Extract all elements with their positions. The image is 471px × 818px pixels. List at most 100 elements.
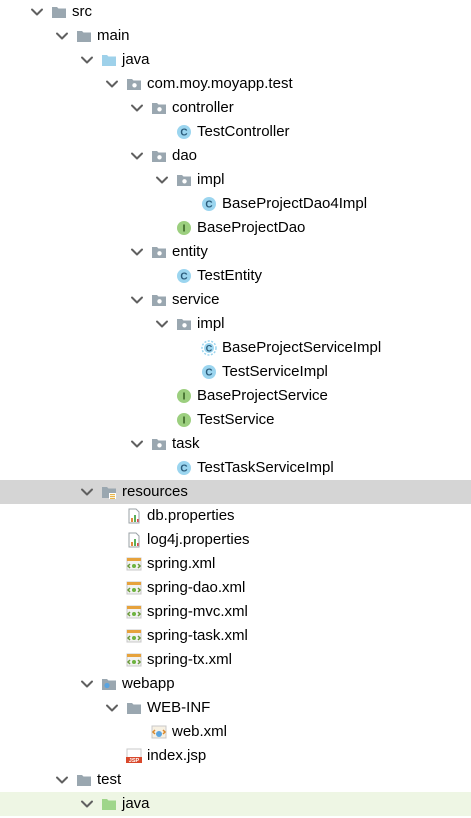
tree-node-label: web.xml [172, 723, 228, 740]
svg-text:C: C [180, 272, 187, 283]
tree-node[interactable]: C BaseProjectServiceImpl [0, 336, 471, 360]
tree-node[interactable]: controller [0, 96, 471, 120]
tree-node[interactable]: spring-task.xml [0, 624, 471, 648]
tree-node[interactable]: main [0, 24, 471, 48]
svg-text:C: C [205, 200, 212, 211]
tree-node-label: dao [172, 147, 198, 164]
class-icon: C [176, 124, 192, 140]
chevron-down-icon[interactable] [129, 244, 145, 260]
source-folder-icon [101, 52, 117, 68]
tree-node[interactable]: C TestController [0, 120, 471, 144]
tree-node[interactable]: impl [0, 168, 471, 192]
chevron-down-icon[interactable] [129, 100, 145, 116]
chevron-down-icon[interactable] [154, 316, 170, 332]
folder-icon [76, 28, 92, 44]
svg-text:I: I [183, 416, 186, 427]
tree-node-label: spring-mvc.xml [147, 603, 248, 620]
tree-node[interactable]: spring-tx.xml [0, 648, 471, 672]
tree-node-label: test [97, 771, 122, 788]
tree-node[interactable]: com.moy.moyapp.test [0, 72, 471, 96]
tree-node-label: impl [197, 315, 225, 332]
chevron-down-icon[interactable] [79, 676, 95, 692]
tree-node[interactable]: webapp [0, 672, 471, 696]
chevron-down-icon[interactable] [129, 292, 145, 308]
chevron-down-icon[interactable] [104, 700, 120, 716]
tree-node[interactable]: I TestService [0, 408, 471, 432]
package-icon [151, 148, 167, 164]
abstract-class-icon: C [201, 340, 217, 356]
test-source-folder-icon [101, 796, 117, 812]
tree-node-label: resources [122, 483, 188, 500]
tree-node[interactable]: log4j.properties [0, 528, 471, 552]
folder-icon [76, 772, 92, 788]
tree-node-label: java [122, 51, 150, 68]
tree-node-label: entity [172, 243, 208, 260]
chevron-down-icon[interactable] [154, 172, 170, 188]
svg-text:JSP: JSP [129, 758, 140, 764]
svg-text:C: C [180, 128, 187, 139]
tree-node[interactable]: service [0, 288, 471, 312]
chevron-down-icon[interactable] [79, 796, 95, 812]
tree-node[interactable]: WEB-INF [0, 696, 471, 720]
tree-node[interactable]: src [0, 0, 471, 24]
chevron-down-icon[interactable] [104, 76, 120, 92]
tree-node[interactable]: C TestTaskServiceImpl [0, 456, 471, 480]
tree-node-label: TestServiceImpl [222, 363, 328, 380]
tree-node[interactable]: db.properties [0, 504, 471, 528]
tree-node-label: spring-tx.xml [147, 651, 233, 668]
tree-node[interactable]: spring-dao.xml [0, 576, 471, 600]
properties-file-icon [126, 508, 142, 524]
chevron-down-icon[interactable] [79, 52, 95, 68]
tree-node-label: BaseProjectServiceImpl [222, 339, 382, 356]
tree-node[interactable]: dao [0, 144, 471, 168]
tree-node[interactable]: C BaseProjectDao4Impl [0, 192, 471, 216]
folder-icon [51, 4, 67, 20]
tree-node[interactable]: task [0, 432, 471, 456]
package-icon [176, 172, 192, 188]
chevron-down-icon[interactable] [129, 148, 145, 164]
tree-node[interactable]: spring.xml [0, 552, 471, 576]
spring-xml-icon [126, 556, 142, 572]
package-icon [151, 100, 167, 116]
svg-text:I: I [183, 392, 186, 403]
tree-node[interactable]: entity [0, 240, 471, 264]
tree-node-label: log4j.properties [147, 531, 250, 548]
chevron-down-icon[interactable] [79, 484, 95, 500]
spring-xml-icon [126, 580, 142, 596]
tree-node-label: BaseProjectService [197, 387, 328, 404]
svg-text:I: I [183, 224, 186, 235]
tree-node-label: main [97, 27, 130, 44]
properties-file-icon [126, 532, 142, 548]
interface-icon: I [176, 412, 192, 428]
jsp-file-icon: JSP [126, 748, 142, 764]
chevron-down-icon[interactable] [54, 28, 70, 44]
tree-node-label: controller [172, 99, 234, 116]
web-folder-icon [101, 676, 117, 692]
chevron-down-icon[interactable] [54, 772, 70, 788]
tree-node[interactable]: java [0, 792, 471, 816]
svg-text:C: C [205, 368, 212, 379]
tree-node-label: spring-dao.xml [147, 579, 246, 596]
interface-icon: I [176, 220, 192, 236]
tree-node[interactable]: C TestEntity [0, 264, 471, 288]
chevron-down-icon[interactable] [29, 4, 45, 20]
tree-node[interactable]: web.xml [0, 720, 471, 744]
tree-node[interactable]: I BaseProjectService [0, 384, 471, 408]
chevron-down-icon[interactable] [129, 436, 145, 452]
package-icon [126, 76, 142, 92]
tree-node[interactable]: C TestServiceImpl [0, 360, 471, 384]
tree-node[interactable]: spring-mvc.xml [0, 600, 471, 624]
tree-node[interactable]: I BaseProjectDao [0, 216, 471, 240]
tree-node-label: spring-task.xml [147, 627, 248, 644]
tree-node-label: impl [197, 171, 225, 188]
tree-node-label: TestEntity [197, 267, 263, 284]
class-icon: C [176, 460, 192, 476]
tree-node[interactable]: JSP index.jsp [0, 744, 471, 768]
tree-node-label: java [122, 795, 150, 812]
package-icon [151, 436, 167, 452]
tree-node[interactable]: java [0, 48, 471, 72]
tree-node[interactable]: resources [0, 480, 471, 504]
class-icon: C [201, 196, 217, 212]
tree-node[interactable]: impl [0, 312, 471, 336]
tree-node[interactable]: test [0, 768, 471, 792]
